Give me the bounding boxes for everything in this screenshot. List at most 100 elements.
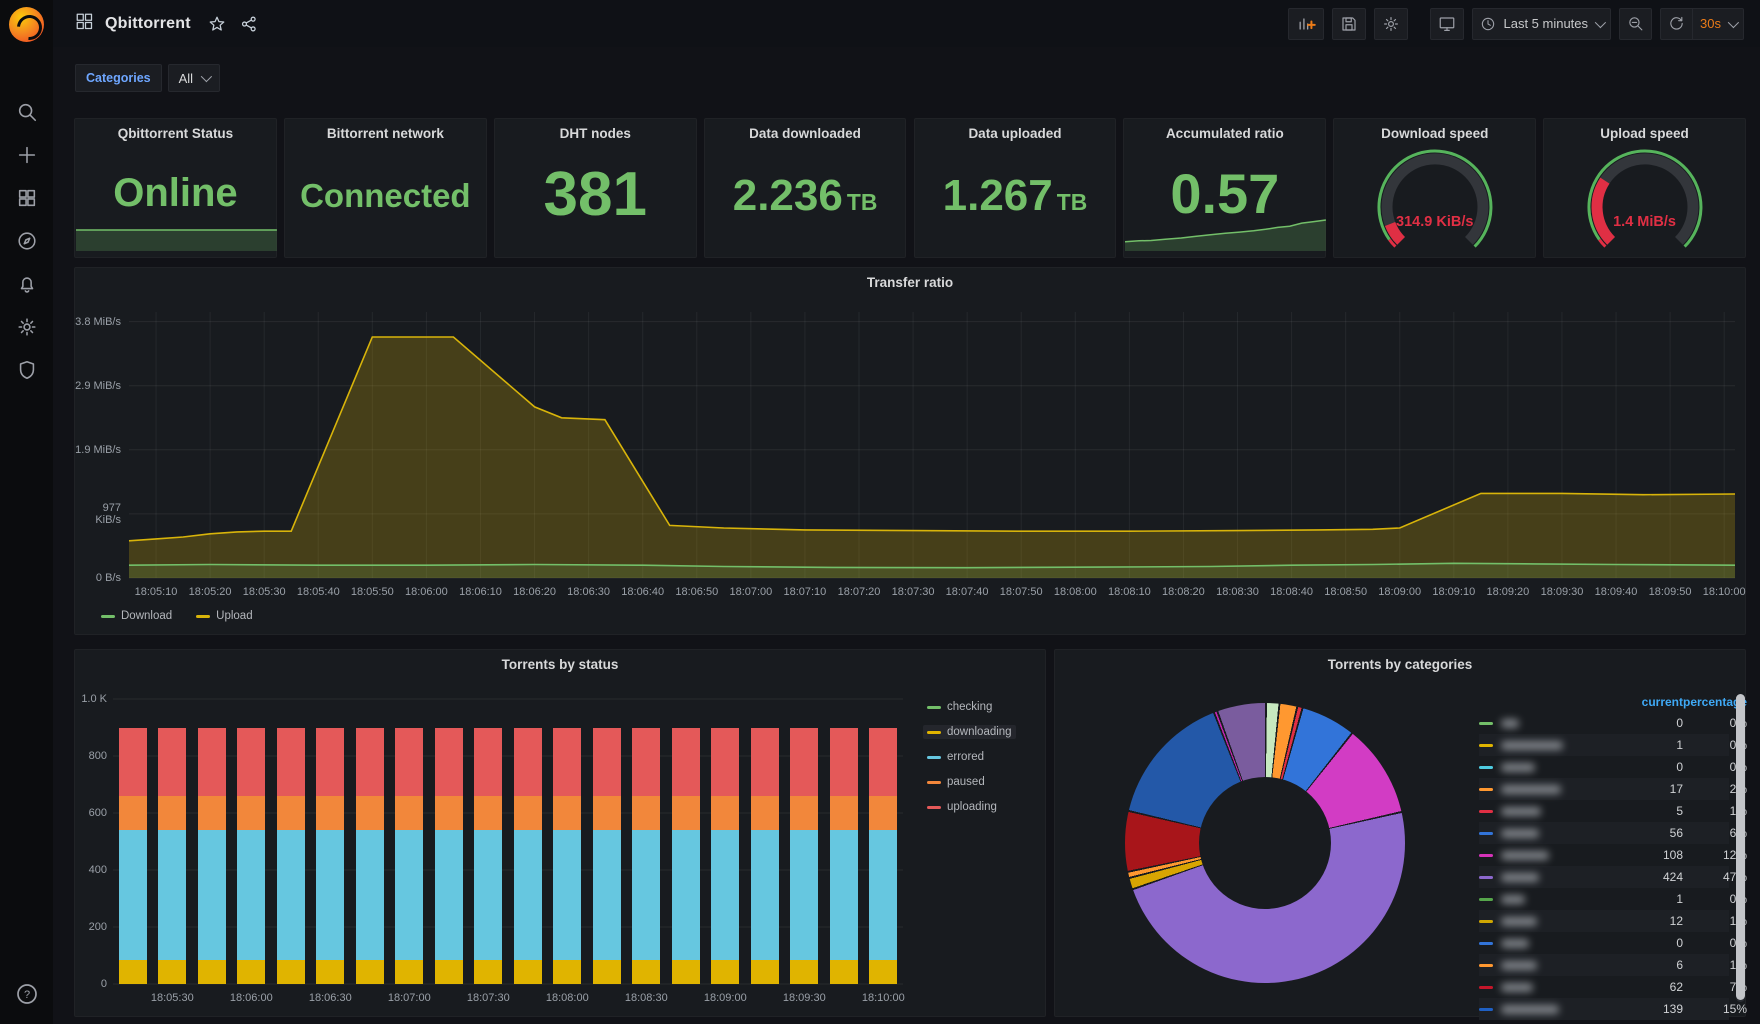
explore-compass-icon[interactable] [15, 229, 39, 253]
panel-title[interactable]: Data uploaded [915, 126, 1116, 141]
legend-item-checking[interactable]: checking [923, 700, 1016, 714]
bar-segment-downloading [869, 959, 898, 984]
stat-sparkline [1125, 219, 1327, 251]
add-panel-button[interactable] [1288, 7, 1325, 40]
y-axis-tick: 977 KiB/s [95, 501, 121, 526]
x-axis-tick: 18:07:40 [945, 586, 989, 598]
bar-segment-errored [553, 830, 582, 960]
star-icon[interactable] [208, 15, 226, 33]
plus-icon[interactable] [15, 143, 39, 167]
x-axis-tick: 18:08:50 [1324, 586, 1368, 598]
dashboards-grid-icon[interactable] [15, 186, 39, 210]
column-header-current[interactable]: current [1631, 695, 1683, 709]
x-axis-tick: 18:08:30 [1216, 586, 1259, 598]
cell-current: 108 [1662, 848, 1683, 862]
blurred-text [1501, 740, 1563, 750]
stat-panel-2: DHT nodes 381 [493, 118, 697, 258]
legend-item-errored[interactable]: errored [923, 750, 1016, 764]
bar-segment-downloading [355, 959, 384, 984]
panel-title[interactable]: Torrents by categories [1055, 657, 1745, 672]
bar-segment-uploading [671, 727, 700, 796]
category-name-blurred [1501, 806, 1631, 816]
time-range-label: Last 5 minutes [1503, 16, 1589, 31]
share-icon[interactable] [240, 15, 258, 33]
help-icon[interactable]: ? [15, 982, 39, 1006]
refresh-button[interactable] [1660, 7, 1693, 40]
status-bar [711, 727, 740, 984]
admin-shield-icon[interactable] [15, 358, 39, 382]
tv-kiosk-button[interactable] [1430, 7, 1465, 40]
y-axis-tick: 3.8 MiB/s [75, 315, 121, 328]
cell-current: 12 [1669, 914, 1683, 928]
panel-title[interactable]: Accumulated ratio [1124, 126, 1325, 141]
table-row: 00% [1479, 756, 1747, 778]
stat-panel-0: Qbittorrent Status Online [74, 118, 277, 258]
legend-item-uploading[interactable]: uploading [923, 800, 1016, 814]
legend-item-paused[interactable]: paused [923, 775, 1016, 789]
y-axis-tick: 2.9 MiB/s [75, 379, 121, 392]
time-range-picker[interactable]: Last 5 minutes [1472, 7, 1612, 40]
refresh-interval-picker[interactable]: 30s [1692, 7, 1744, 40]
x-axis-tick: 18:06:30 [308, 992, 352, 1004]
bar-segment-uploading [711, 727, 740, 796]
panel-title[interactable]: Download speed [1334, 126, 1535, 141]
category-name-blurred [1501, 960, 1631, 970]
categories-variable-label[interactable]: Categories [75, 64, 162, 92]
search-icon[interactable] [15, 100, 39, 124]
category-name-blurred [1501, 916, 1631, 926]
panel-title[interactable]: DHT nodes [495, 126, 696, 141]
status-bar [829, 727, 858, 984]
table-row: 10% [1479, 734, 1747, 756]
blurred-text [1501, 850, 1549, 860]
categories-table: currentpercentage00%10%00%172%51%566%108… [1479, 692, 1747, 1020]
bar-segment-paused [276, 795, 305, 831]
x-axis-tick: 18:07:30 [466, 992, 510, 1004]
bar-segment-uploading [197, 727, 226, 796]
zoom-out-button[interactable] [1619, 7, 1653, 40]
series-color-dash [1479, 941, 1493, 945]
legend-color-dash [927, 705, 941, 709]
category-name-blurred [1501, 740, 1631, 750]
panel-title[interactable]: Bittorrent network [285, 126, 486, 141]
alerting-bell-icon[interactable] [15, 272, 39, 296]
x-axis-tick: 18:09:30 [782, 992, 826, 1004]
legend-item-download[interactable]: Download [97, 609, 176, 623]
stat-value-text: 381 [543, 160, 647, 229]
bar-segment-downloading [474, 959, 503, 984]
status-bar [197, 727, 226, 984]
categories-donut-chart [1125, 703, 1405, 983]
panel-title[interactable]: Upload speed [1544, 126, 1745, 141]
dashboard-settings-button[interactable] [1374, 7, 1409, 40]
series-color-dash [1479, 787, 1493, 791]
x-axis-tick: 18:09:00 [1378, 586, 1422, 598]
panel-title[interactable]: Qbittorrent Status [75, 126, 276, 141]
bar-segment-errored [158, 830, 187, 960]
cell-current: 0 [1676, 716, 1683, 730]
table-scrollbar[interactable] [1736, 694, 1745, 1000]
status-bar [158, 727, 187, 984]
table-row: 10% [1479, 888, 1747, 910]
stat-panel-4: Data uploaded 1.267 TB [913, 118, 1117, 258]
bar-segment-downloading [632, 959, 661, 984]
bar-segment-downloading [158, 959, 187, 984]
categories-variable-value[interactable]: All [167, 64, 221, 92]
grafana-logo[interactable] [9, 7, 44, 42]
cell-current: 1 [1676, 738, 1683, 752]
legend-item-upload[interactable]: Upload [192, 609, 256, 623]
stat-value: Online [75, 171, 276, 216]
save-dashboard-button[interactable] [1332, 7, 1367, 40]
cell-current: 1 [1676, 892, 1683, 906]
panel-title[interactable]: Data downloaded [705, 126, 906, 141]
blurred-text [1501, 806, 1541, 816]
bar-segment-uploading [869, 727, 898, 796]
bar-segment-errored [513, 830, 542, 960]
bar-segment-uploading [237, 727, 266, 796]
bar-segment-downloading [395, 959, 424, 984]
settings-gear-icon[interactable] [15, 315, 39, 339]
blurred-text [1501, 916, 1537, 926]
bar-segment-downloading [434, 959, 463, 984]
bar-segment-paused [395, 795, 424, 831]
legend-item-downloading[interactable]: downloading [923, 725, 1016, 739]
status-bar [395, 727, 424, 984]
dashboard-grid-icon[interactable] [75, 12, 93, 35]
